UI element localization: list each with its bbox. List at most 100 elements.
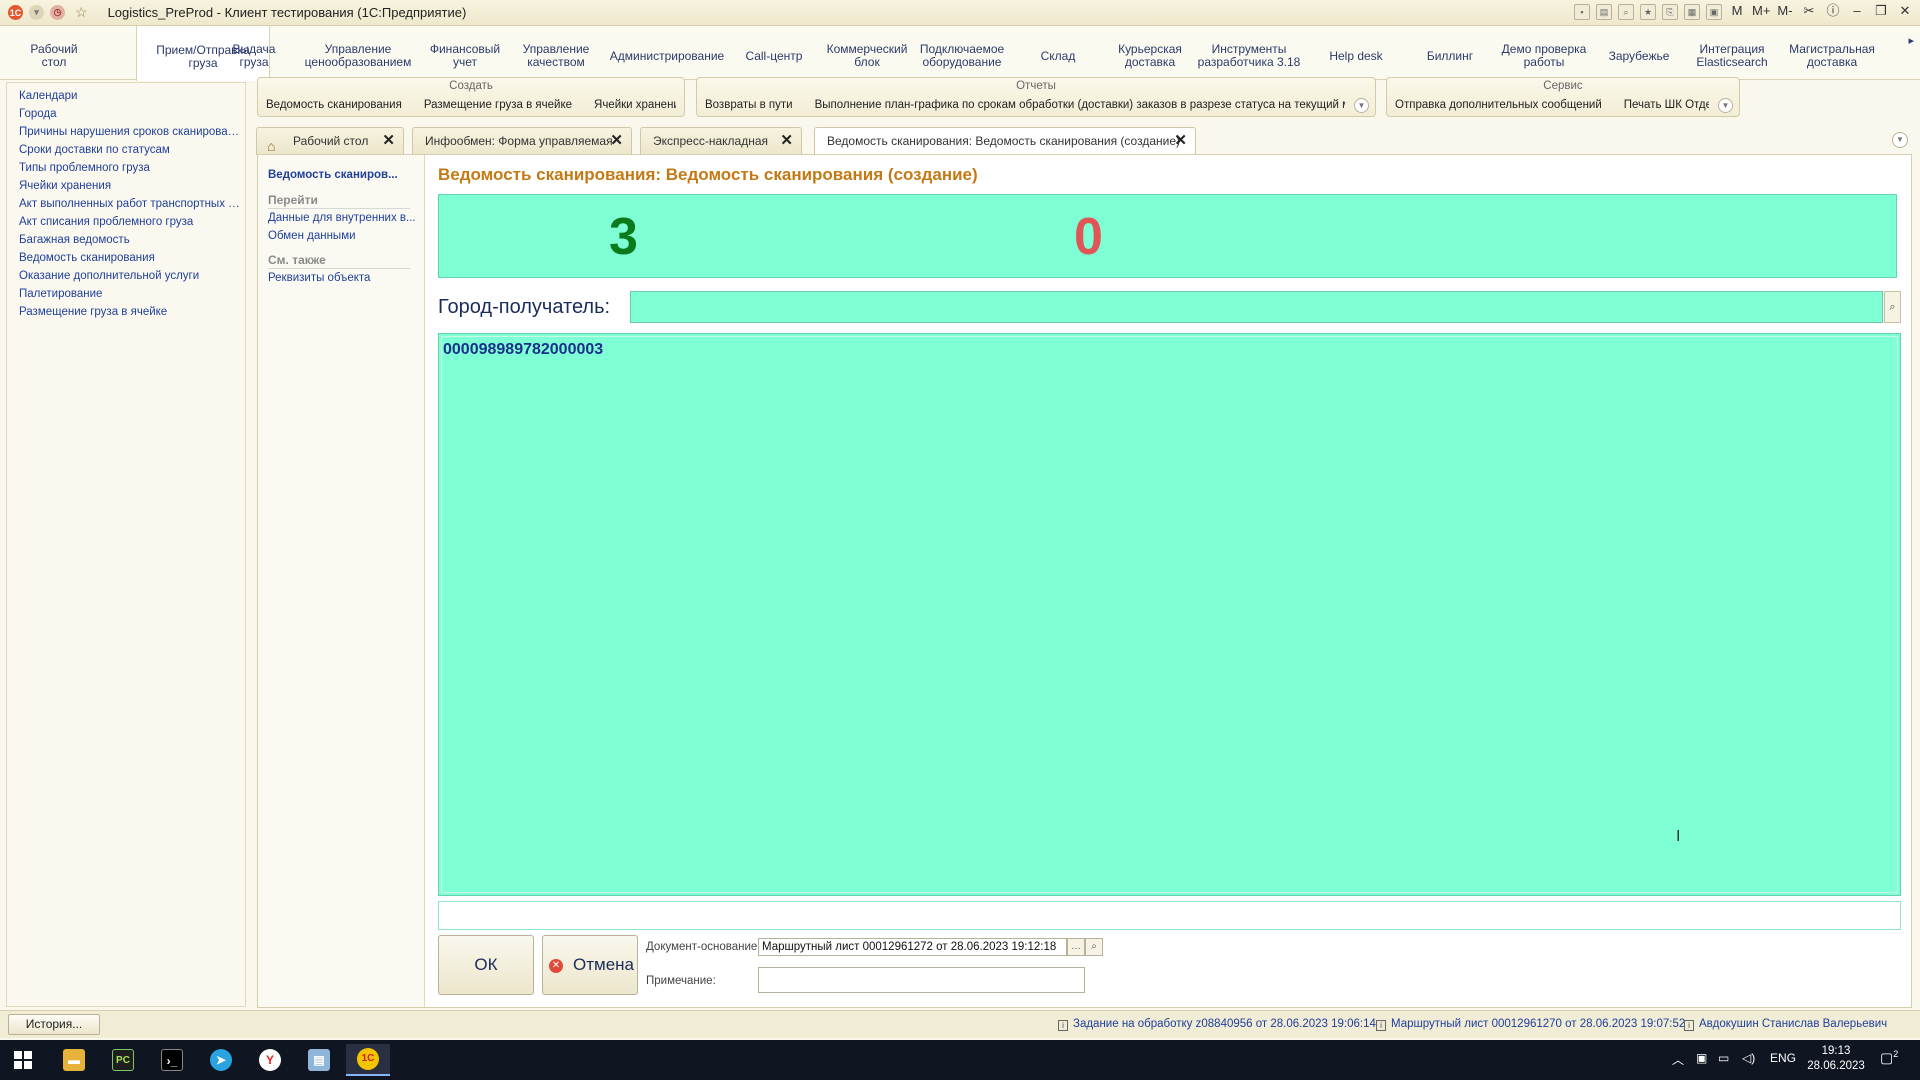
left-nav-item[interactable]: Ведомость сканирования	[19, 252, 241, 264]
section-17[interactable]: Зарубежье	[1604, 26, 1674, 80]
left-nav-item[interactable]: Ячейки хранения	[19, 180, 241, 192]
form-nav-current[interactable]: Ведомость сканиров...	[268, 169, 418, 181]
report-returns-link[interactable]: Возвраты в пути	[705, 99, 793, 111]
section-3[interactable]: Выдача груза	[222, 26, 286, 80]
section-8[interactable]: Call-центр	[736, 26, 812, 80]
doc-basis-open-button[interactable]: ⌕	[1085, 938, 1103, 956]
memory-plus-icon[interactable]: M+	[1752, 4, 1770, 20]
tab-infoexchange[interactable]: Инфообмен: Форма управляемая ✕	[412, 127, 632, 155]
left-nav-item[interactable]: Города	[19, 108, 241, 120]
section-16[interactable]: Демо проверка работы	[1496, 26, 1592, 80]
left-nav-item[interactable]: Типы проблемного груза	[19, 162, 241, 174]
history-icon[interactable]: ◷	[50, 5, 65, 20]
close-icon[interactable]: ✕	[1896, 4, 1914, 20]
monitor-icon[interactable]: ▭	[1718, 1051, 1729, 1065]
barcode-input[interactable]	[438, 901, 1901, 930]
input-language[interactable]: ENG	[1770, 1051, 1796, 1065]
service-send-messages-link[interactable]: Отправка дополнительных сообщений	[1395, 99, 1602, 111]
recipient-city-input[interactable]	[630, 291, 1883, 323]
notifications-icon[interactable]: ▢2	[1880, 1049, 1898, 1067]
status-user-link[interactable]: i Авдокушин Станислав Валерьевич	[1684, 1018, 1887, 1031]
section-12[interactable]: Курьерская доставка	[1108, 26, 1192, 80]
close-tab-icon[interactable]: ✕	[1174, 133, 1187, 148]
link-icon[interactable]: ⎘	[1662, 4, 1678, 20]
favorite-add-icon[interactable]: ★	[1640, 4, 1656, 20]
tray-expand-icon[interactable]: ︿	[1672, 1051, 1684, 1068]
info-icon[interactable]: ⓘ	[1824, 4, 1842, 20]
left-nav-item[interactable]: Оказание дополнительной услуги	[19, 270, 241, 282]
service-print-barcode-link[interactable]: Печать ШК Отде...	[1624, 99, 1709, 111]
file-explorer-icon[interactable]: ▬	[52, 1044, 96, 1076]
section-5[interactable]: Финансовый учет	[424, 26, 506, 80]
left-nav-item[interactable]: Причины нарушения сроков сканирован...	[19, 126, 241, 138]
tools-icon[interactable]: ✂	[1800, 4, 1818, 20]
left-nav-item[interactable]: Акт выполненных работ транспортных к...	[19, 198, 241, 210]
city-search-button[interactable]: ⌕	[1884, 291, 1901, 323]
network-icon[interactable]: ▣	[1696, 1051, 1707, 1065]
more-dropdown-icon[interactable]: ▼	[1718, 98, 1733, 113]
volume-icon[interactable]: ◁)	[1742, 1051, 1755, 1065]
tab-desktop[interactable]: ⌂ Рабочий стол ✕	[256, 127, 404, 155]
preview-icon[interactable]: ⌕	[1618, 4, 1634, 20]
telegram-icon[interactable]: ➤	[199, 1044, 243, 1076]
left-nav-item[interactable]: Календари	[19, 90, 241, 102]
memory-minus-icon[interactable]: M-	[1776, 4, 1794, 20]
status-task-link[interactable]: i Задание на обработку z08840956 от 28.06…	[1058, 1018, 1376, 1031]
menu-dropdown-icon[interactable]: ▾	[29, 5, 44, 20]
save-icon[interactable]: ▪	[1574, 4, 1590, 20]
windows-start-icon[interactable]	[14, 1051, 32, 1069]
tab-express-waybill[interactable]: Экспресс-накладная ✕	[640, 127, 802, 155]
form-nav-internal-data-link[interactable]: Данные для внутренних в...	[268, 212, 418, 224]
app-logo-icon[interactable]: 1C	[8, 5, 23, 20]
doc-basis-select-button[interactable]: …	[1067, 938, 1085, 956]
section-18[interactable]: Интеграция Elasticsearch	[1692, 26, 1772, 80]
cancel-button[interactable]: ✕ Отмена	[542, 935, 638, 995]
ok-button[interactable]: ОК	[438, 935, 534, 995]
memory-m-icon[interactable]: M	[1728, 4, 1746, 20]
section-9[interactable]: Коммерческий блок	[822, 26, 912, 80]
history-button[interactable]: История...	[8, 1014, 100, 1035]
scanned-code-row[interactable]: 000098989782000003	[443, 341, 603, 359]
section-7[interactable]: Администрирование	[606, 26, 728, 80]
tab-scan-sheet[interactable]: Ведомость сканирования: Ведомость сканир…	[814, 127, 1196, 155]
section-6[interactable]: Управление качеством	[520, 26, 592, 80]
restore-icon[interactable]: ❐	[1872, 4, 1890, 20]
pycharm-icon[interactable]: PC	[101, 1044, 145, 1076]
clock[interactable]: 19:13 28.06.2023	[1806, 1044, 1866, 1074]
note-field[interactable]	[758, 967, 1085, 993]
doc-basis-field[interactable]: Маршрутный лист 00012961272 от 28.06.202…	[758, 938, 1067, 956]
left-nav-item[interactable]: Багажная ведомость	[19, 234, 241, 246]
section-19[interactable]: Магистральная доставка	[1776, 26, 1888, 80]
print-icon[interactable]: ▤	[1596, 4, 1612, 20]
left-nav-item[interactable]: Акт списания проблемного груза	[19, 216, 241, 228]
form-nav-data-exchange-link[interactable]: Обмен данными	[268, 230, 418, 242]
section-4[interactable]: Управление ценообразованием	[302, 26, 414, 80]
yandex-browser-icon[interactable]: Y	[248, 1044, 292, 1076]
section-1[interactable]: Рабочий стол	[8, 26, 100, 80]
section-11[interactable]: Склад	[1030, 26, 1086, 80]
tabs-dropdown-icon[interactable]: ▼	[1892, 132, 1908, 148]
left-nav-item[interactable]: Размещение груза в ячейке	[19, 306, 241, 318]
status-route-sheet-link[interactable]: i Маршрутный лист 00012961270 от 28.06.20…	[1376, 1018, 1685, 1031]
section-14[interactable]: Help desk	[1316, 26, 1396, 80]
sections-scroll-icon[interactable]: ▸	[1908, 34, 1914, 47]
close-tab-icon[interactable]: ✕	[780, 133, 793, 148]
create-storage-cells-link[interactable]: Ячейки хранения	[594, 99, 676, 111]
more-dropdown-icon[interactable]: ▼	[1354, 98, 1369, 113]
section-15[interactable]: Биллинг	[1412, 26, 1488, 80]
report-schedule-link[interactable]: Выполнение план-графика по срокам обрабо…	[815, 99, 1345, 111]
close-tab-icon[interactable]: ✕	[610, 133, 623, 148]
1c-enterprise-icon[interactable]: 1С	[346, 1044, 390, 1076]
calculator-icon[interactable]: ▦	[1684, 4, 1700, 20]
create-cargo-placement-link[interactable]: Размещение груза в ячейке	[424, 99, 572, 111]
notepad-icon[interactable]: ▤	[297, 1044, 341, 1076]
terminal-icon[interactable]: ›_	[150, 1044, 194, 1076]
left-nav-item[interactable]: Сроки доставки по статусам	[19, 144, 241, 156]
section-10[interactable]: Подключаемое оборудование	[912, 26, 1012, 80]
form-nav-object-details-link[interactable]: Реквизиты объекта	[268, 272, 418, 284]
calendar-icon[interactable]: ▣	[1706, 4, 1722, 20]
scanned-codes-list[interactable]: 000098989782000003 I	[438, 333, 1901, 896]
section-13[interactable]: Инструменты разработчика 3.18	[1194, 26, 1304, 80]
favorites-star-icon[interactable]: ☆	[75, 4, 88, 21]
close-tab-icon[interactable]: ✕	[382, 133, 395, 148]
